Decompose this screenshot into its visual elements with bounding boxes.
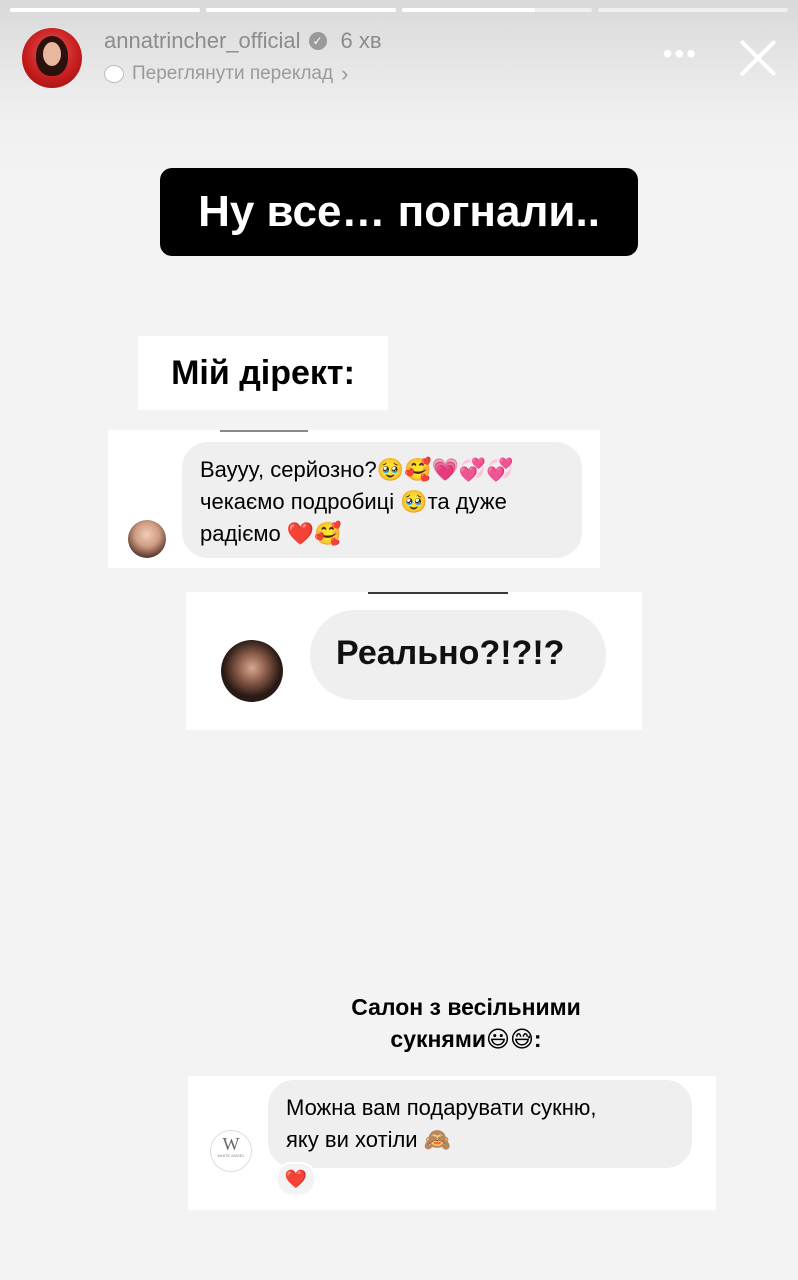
progress-segment <box>402 8 592 12</box>
message-line: чекаємо подробиці 🥹та дуже <box>200 489 507 514</box>
salon-logo-icon: W <box>222 1134 240 1154</box>
message-screenshot-1: Вауyy, серйозно?🥹🥰💗💞💞 чекаємо подробиці … <box>108 430 600 568</box>
story-progress <box>10 8 788 12</box>
message-screenshot-2: Реально?!?!? <box>186 592 642 730</box>
translate-label: Переглянути переклад <box>132 63 334 84</box>
progress-segment <box>206 8 396 12</box>
headline-sticker: Ну все… погнали.. <box>160 168 638 256</box>
story-frame[interactable]: annatrincher_official ✓ 6 хв Переглянути… <box>0 0 798 1280</box>
sender-avatar <box>128 520 166 558</box>
crop-line <box>368 592 508 594</box>
direct-label: Мій дірект: <box>138 336 388 410</box>
story-header: annatrincher_official ✓ 6 хв Переглянути… <box>22 24 780 88</box>
close-icon[interactable] <box>736 36 780 80</box>
heart-reaction-icon: ❤️ <box>276 1162 316 1196</box>
message-text: Реально?!?!? <box>336 634 565 672</box>
sender-avatar <box>221 640 283 702</box>
progress-segment <box>10 8 200 12</box>
profile-avatar[interactable] <box>22 28 82 88</box>
progress-fill <box>10 8 200 12</box>
story-time: 6 хв <box>340 28 382 53</box>
username-row: annatrincher_official ✓ 6 хв <box>104 28 382 54</box>
message-bubble: Вауyy, серйозно?🥹🥰💗💞💞 чекаємо подробиці … <box>182 442 582 558</box>
avatar-face <box>43 42 61 66</box>
more-horizontal-icon[interactable]: ••• <box>663 38 698 70</box>
message-screenshot-3: W WHITE ANGEL Можна вам подарувати сукню… <box>188 1076 716 1210</box>
chevron-right-icon: › <box>341 61 349 86</box>
message-line: радіємо ❤️🥰 <box>200 521 342 546</box>
progress-fill <box>206 8 396 12</box>
username[interactable]: annatrincher_official <box>104 28 301 54</box>
message-bubble: Можна вам подарувати сукню, яку ви хотіл… <box>268 1080 692 1168</box>
crop-line <box>220 430 308 432</box>
message-bubble: Реально?!?!? <box>310 610 606 700</box>
salon-label-line: сукнями😃😅: <box>390 1026 542 1052</box>
translate-icon <box>104 65 124 83</box>
verified-icon: ✓ <box>308 32 327 50</box>
salon-avatar: W WHITE ANGEL <box>210 1130 252 1172</box>
translate-link[interactable]: Переглянути переклад › <box>104 61 348 87</box>
message-line: Вауyy, серйозно?🥹🥰💗💞💞 <box>200 457 514 482</box>
progress-segment <box>598 8 788 12</box>
message-line: Можна вам подарувати сукню, <box>286 1095 597 1120</box>
salon-label-line: Салон з весільними <box>351 994 581 1020</box>
progress-fill <box>402 8 535 12</box>
salon-label: Салон з весільними сукнями😃😅: <box>328 990 604 1056</box>
salon-logo-text: WHITE ANGEL <box>217 1153 245 1158</box>
message-line: яку ви хотіли 🙈 <box>286 1127 452 1152</box>
